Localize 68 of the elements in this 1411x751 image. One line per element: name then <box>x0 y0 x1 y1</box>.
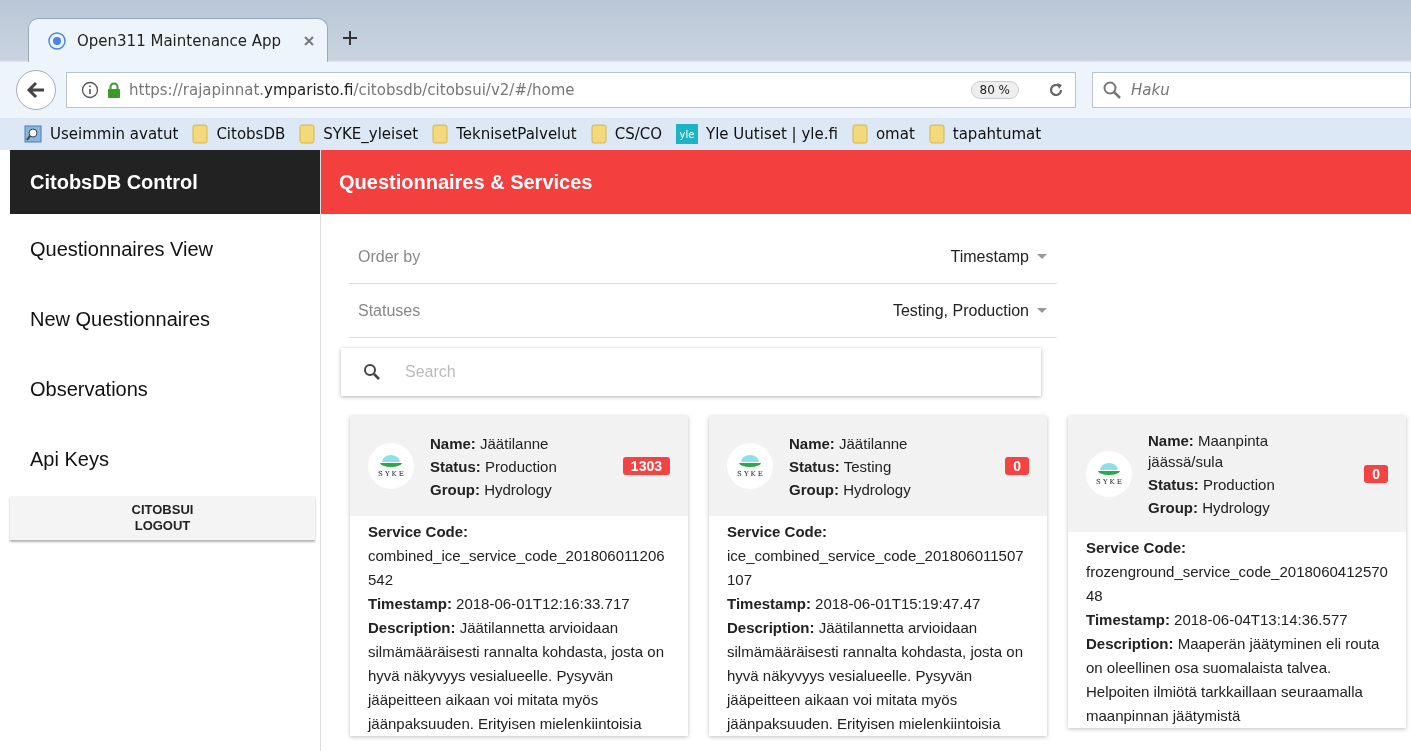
bookmark-item[interactable]: Useimmin avatut <box>24 125 179 143</box>
card-field: Status: Production <box>430 455 588 477</box>
history-icon <box>24 125 42 143</box>
count-badge: 0 <box>1364 465 1388 483</box>
browser-tab[interactable]: Open311 Maintenance App <box>28 18 328 62</box>
page-header: Questionnaires & Services <box>321 150 1411 214</box>
field-label: Service Code: <box>727 522 829 542</box>
nav-item[interactable]: Questionnaires View <box>10 214 320 284</box>
bookmark-item[interactable]: tapahtumat <box>928 124 1042 144</box>
app-title: CitobsDB Control <box>10 150 320 214</box>
card-field: Name: Jäätilanne <box>789 432 947 454</box>
card-field: Status: Production <box>1148 474 1306 495</box>
back-arrow-icon <box>26 80 46 100</box>
search-icon <box>363 363 381 381</box>
folder-icon <box>928 124 945 144</box>
nav-item[interactable]: Api Keys <box>10 424 320 494</box>
search-field[interactable]: Search <box>403 351 1041 393</box>
bookmark-item[interactable]: CS/CO <box>590 124 663 144</box>
card-field: Name: Jäätilanne <box>430 432 588 454</box>
count-badge: 0 <box>1005 457 1029 475</box>
card-field: Timestamp: 2018-06-01T12:16:33.717 <box>368 592 670 616</box>
caret-icon <box>1037 253 1047 260</box>
description-text: Description: Jäätilannetta arvioidaan silmämääräisesti rannalta kohdasta, josta on hyvä näkyvyys vesialueelle. Pysyvän jääpeitteen aikaan voi mitata myös jäänpaksuuden. Erityisen mielenkiintoisia <box>368 618 665 734</box>
search-box[interactable]: Search <box>341 348 1041 396</box>
description-text: Description: Maaperän jäätyminen eli routa on oleellinen osa suomalaista talvea. Helpoiten ilmiötä tarkkaillaan seuraamalla maanpinnan jäätymistä <box>1086 634 1381 726</box>
card-field: Status: Testing <box>789 455 947 477</box>
zoom-level[interactable]: 80 % <box>970 81 1019 99</box>
site-logo: yle <box>676 124 699 144</box>
search-icon <box>1103 81 1121 99</box>
bookmark-item[interactable]: yle Yle Uutiset | yle.fi <box>676 124 838 144</box>
close-icon[interactable] <box>303 34 315 47</box>
caret-icon <box>1037 307 1047 314</box>
search-field[interactable]: Haku <box>1129 74 1400 106</box>
service-code: ice_combined_service_code_201806011507107 <box>727 546 1025 590</box>
folder-icon <box>851 124 868 144</box>
bookmark-item[interactable]: TeknisetPalvelut <box>432 124 577 144</box>
card-field: Name: Maanpinta jäässä/sula <box>1148 430 1306 472</box>
card-field: Group: Hydrology <box>1148 497 1306 518</box>
nav-item[interactable]: Observations <box>10 354 320 424</box>
back-button[interactable] <box>16 70 56 110</box>
folder-icon <box>590 124 607 144</box>
logout-button[interactable]: CITOBSUI LOGOUT <box>10 496 315 540</box>
bookmark-item[interactable]: omat <box>851 124 915 144</box>
card-field: Timestamp: 2018-06-01T15:19:47.47 <box>727 592 1029 616</box>
description-text: Description: Jäätilannetta arvioidaan silmämääräisesti rannalta kohdasta, josta on hyvä näkyvyys vesialueelle. Pysyvän jääpeitteen aikaan voi mitata myös jäänpaksuuden. Erityisen mielenkiintoisia <box>727 618 1024 734</box>
address-field[interactable]: https://rajapinnat.ymparisto.fi/citobsdb/citobsui/v2/#/home 80 % <box>66 72 1076 108</box>
search-box[interactable]: Haku <box>1092 72 1411 108</box>
field-label: Service Code: <box>368 522 470 542</box>
card-field: Timestamp: 2018-06-04T13:14:36.577 <box>1086 608 1388 632</box>
nav-item[interactable]: New Questionnaires <box>10 284 320 354</box>
folder-icon <box>192 124 209 144</box>
card-field: Group: Hydrology <box>789 478 947 500</box>
count-badge: 1303 <box>622 457 670 475</box>
reload-icon[interactable] <box>1047 81 1065 99</box>
lock-icon <box>107 82 121 98</box>
service-code: frozenground_service_code_201806041257048 <box>1086 562 1388 606</box>
filter-dropdown[interactable]: Statuses Testing, Production <box>349 284 1057 338</box>
field-label: Service Code: <box>1086 538 1188 558</box>
filter-dropdown[interactable]: Order by Timestamp <box>349 230 1057 284</box>
globe-icon <box>47 30 67 51</box>
bookmark-item[interactable]: SYKE_yleiset <box>299 124 419 144</box>
card-field: Group: Hydrology <box>430 478 588 500</box>
folder-icon <box>432 124 449 144</box>
service-code: combined_ice_service_code_201806011206542 <box>368 546 666 590</box>
info-icon[interactable] <box>81 81 99 99</box>
new-tab-icon[interactable] <box>342 30 358 46</box>
bookmark-item[interactable]: CitobsDB <box>192 124 286 144</box>
folder-icon <box>299 124 316 144</box>
